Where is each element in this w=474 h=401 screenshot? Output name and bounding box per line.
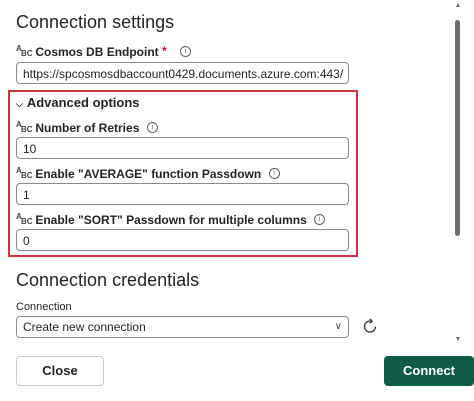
connection-credentials-title: Connection credentials <box>16 270 200 290</box>
sort-passdown-label: A BC Enable "SORT" Passdown for multiple … <box>16 211 326 227</box>
abc-icon: A BC <box>16 165 33 180</box>
retries-label: A BC Number of Retries i <box>16 120 158 135</box>
connection-label: Connection <box>16 301 72 313</box>
average-passdown-label: A BC Enable "AVERAGE" function Passdown i <box>16 166 280 181</box>
connect-button[interactable]: Connect <box>384 356 474 386</box>
average-passdown-input[interactable]: 1 <box>16 183 349 205</box>
scroll-down-icon[interactable]: ▼ <box>453 336 463 343</box>
abc-icon: A BC <box>16 43 33 58</box>
abc-icon: A BC <box>16 211 33 226</box>
average-passdown-label-text: Enable "AVERAGE" function Passdown <box>35 166 262 181</box>
connection-select-value: Create new connection <box>23 320 146 334</box>
retries-input[interactable]: 10 <box>16 137 349 159</box>
connection-select[interactable]: Create new connection ∨ <box>16 316 349 338</box>
required-mark: * <box>162 44 167 58</box>
retries-label-text: Number of Retries <box>35 120 140 135</box>
scrollbar-thumb[interactable] <box>455 20 460 236</box>
abc-icon: A BC <box>16 119 33 134</box>
info-icon[interactable]: i <box>180 46 192 58</box>
connection-panel: Connection settings A BC Cosmos DB Endpoi… <box>0 0 474 401</box>
sort-passdown-label-text: Enable "SORT" Passdown for multiple colu… <box>35 212 307 227</box>
connection-settings-title: Connection settings <box>16 12 175 32</box>
info-icon[interactable]: i <box>146 122 158 134</box>
endpoint-label: A BC Cosmos DB Endpoint * i <box>16 43 192 59</box>
advanced-options-toggle[interactable]: ⌵ Advanced options <box>16 95 140 110</box>
close-button[interactable]: Close <box>16 356 104 386</box>
refresh-icon[interactable] <box>360 316 380 336</box>
scroll-up-icon[interactable]: ▲ <box>453 2 463 9</box>
chevron-down-icon: ⌵ <box>16 99 23 109</box>
advanced-options-header: Advanced options <box>26 95 140 110</box>
sort-passdown-input[interactable]: 0 <box>16 229 349 251</box>
endpoint-label-text: Cosmos DB Endpoint <box>35 44 159 59</box>
info-icon[interactable]: i <box>268 168 280 180</box>
info-icon[interactable]: i <box>314 214 326 226</box>
endpoint-input[interactable]: https://spcosmosdbaccount0429.documents.… <box>16 62 349 84</box>
chevron-down-icon: ∨ <box>334 321 342 332</box>
